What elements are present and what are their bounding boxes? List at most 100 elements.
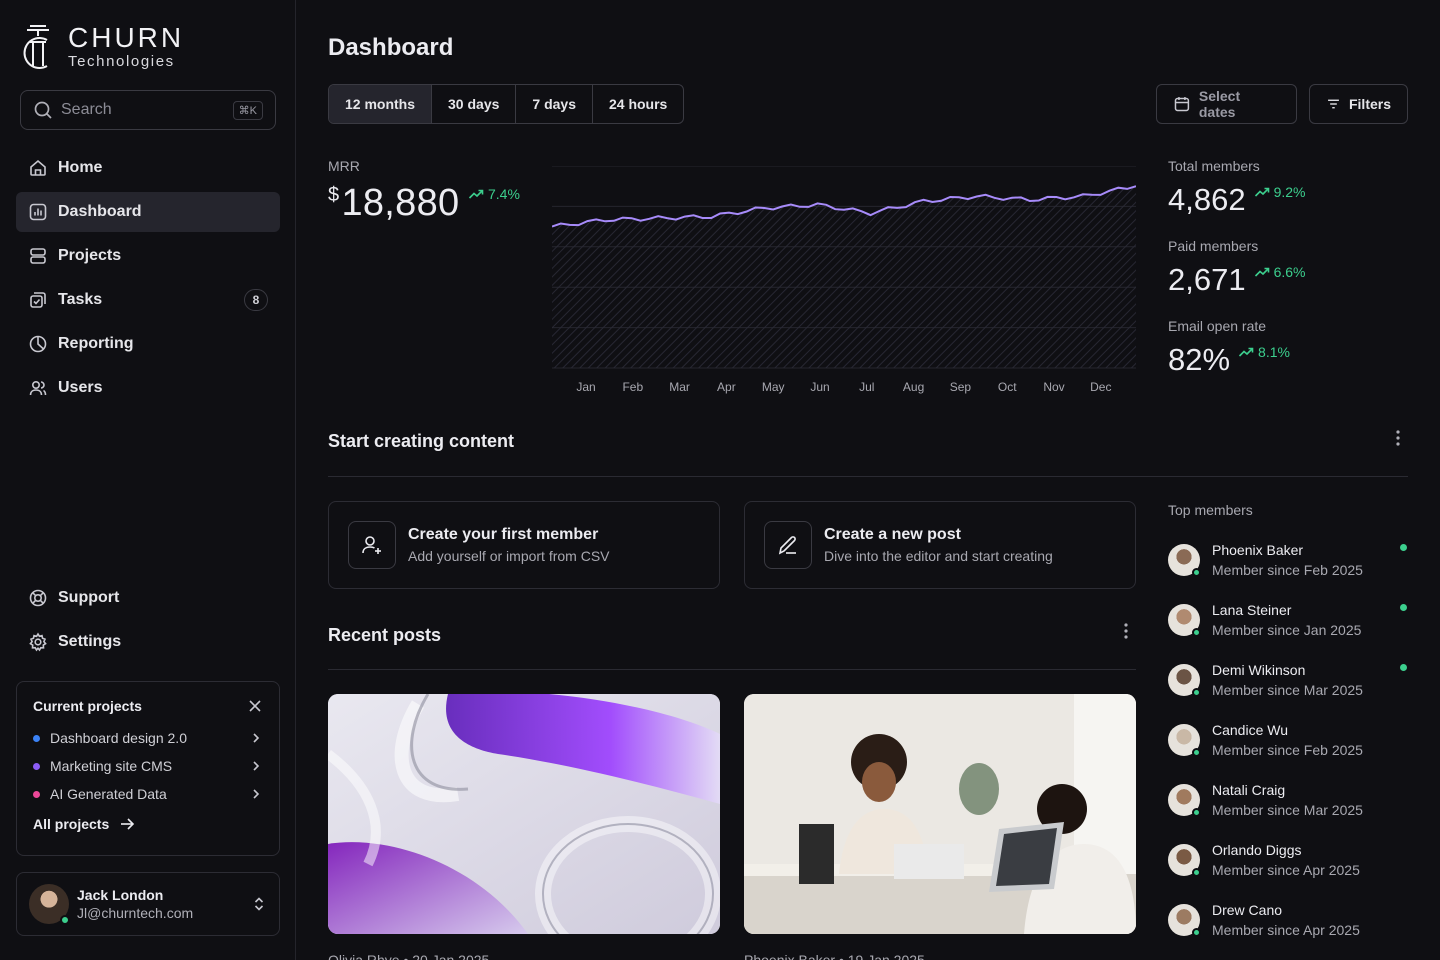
tab-7-days[interactable]: 7 days (516, 85, 593, 123)
all-projects-link[interactable]: All projects (33, 816, 263, 832)
tasks-count-badge: 8 (244, 289, 268, 311)
filters-button[interactable]: Filters (1309, 84, 1408, 124)
close-icon[interactable] (247, 698, 263, 714)
member-name: Lana Steiner (1212, 602, 1292, 618)
tab-30-days[interactable]: 30 days (432, 85, 517, 123)
filters-label: Filters (1348, 96, 1391, 112)
account-switcher[interactable]: Jack London Jl@churntech.com (16, 872, 280, 936)
bar-chart-icon (29, 203, 47, 221)
project-label: Dashboard design 2.0 (50, 730, 187, 746)
online-indicator (60, 915, 70, 925)
nav-item-users[interactable]: Users (16, 368, 280, 408)
nav-item-home[interactable]: Home (16, 148, 280, 188)
x-tick-label: Jun (810, 380, 829, 394)
stat-trend-value: 8.1% (1258, 344, 1290, 360)
create-post-card[interactable]: Create a new post Dive into the editor a… (744, 501, 1136, 589)
current-projects-title: Current projects (33, 698, 142, 714)
nav-item-dashboard[interactable]: Dashboard (16, 192, 280, 232)
member-since: Member since Feb 2025 (1212, 562, 1363, 578)
nav-item-label: Projects (58, 247, 122, 264)
nav-item-reporting[interactable]: Reporting (16, 324, 280, 364)
project-item[interactable]: AI Generated Data (33, 780, 263, 808)
chevron-up-down-icon (254, 897, 264, 911)
member-name: Phoenix Baker (1212, 542, 1304, 558)
create-member-card[interactable]: Create your first member Add yourself or… (328, 501, 720, 589)
stat-label: Email open rate (1168, 318, 1267, 334)
search-icon (34, 101, 52, 119)
all-projects-label: All projects (33, 816, 110, 832)
life-buoy-icon (29, 589, 47, 607)
member-row[interactable]: Lana Steiner Member since Jan 2025 (1168, 602, 1408, 662)
project-item[interactable]: Marketing site CMS (33, 752, 263, 780)
member-row[interactable]: Candice Wu Member since Feb 2025 (1168, 722, 1408, 782)
calendar-icon (1174, 97, 1190, 112)
stat-paid-members: Paid members 2,671 6.6% (1168, 238, 1306, 296)
user-plus-icon (362, 536, 381, 554)
stat-trend-value: 9.2% (1273, 184, 1306, 200)
card-title: Create your first member (408, 526, 599, 543)
member-since: Member since Jan 2025 (1212, 622, 1362, 638)
stat-trend: 6.6% (1254, 264, 1306, 280)
main-content: Dashboard 12 months 30 days 7 days 24 ho… (296, 0, 1440, 960)
member-name: Demi Wikinson (1212, 662, 1306, 678)
nav-item-settings[interactable]: Settings (16, 622, 280, 662)
sidebar: CHURN Technologies Search ⌘K Home Dashbo… (0, 0, 296, 960)
live-status-dot (1400, 604, 1407, 611)
card-subtitle: Dive into the editor and start creating (824, 548, 1053, 564)
member-row[interactable]: Natali Craig Member since Mar 2025 (1168, 782, 1408, 842)
nav-item-projects[interactable]: Projects (16, 236, 280, 276)
member-row[interactable]: Demi Wikinson Member since Mar 2025 (1168, 662, 1408, 722)
x-tick-label: Jul (859, 380, 874, 394)
stat-value: 82% (1168, 342, 1231, 377)
chevron-right-icon (253, 761, 260, 771)
nav-item-support[interactable]: Support (16, 578, 280, 618)
nav-item-tasks[interactable]: Tasks 8 (16, 280, 280, 320)
post-image-office[interactable] (744, 694, 1136, 934)
avatar (1168, 544, 1201, 577)
online-indicator (1192, 628, 1201, 637)
select-dates-button[interactable]: Select dates (1156, 84, 1297, 124)
member-row[interactable]: Phoenix Baker Member since Feb 2025 (1168, 542, 1408, 602)
online-indicator (1192, 928, 1201, 937)
home-icon (30, 159, 46, 176)
member-name: Natali Craig (1212, 782, 1286, 798)
x-tick-label: Apr (717, 380, 736, 394)
post-meta: Olivia Rhye • 20 Jan 2025 (328, 952, 490, 960)
x-tick-label: Jan (576, 380, 595, 394)
user-email: Jl@churntech.com (77, 905, 194, 921)
avatar (1168, 904, 1201, 937)
nav-item-label: Reporting (58, 335, 134, 352)
brand-logo[interactable]: CHURN Technologies (20, 22, 184, 72)
member-since: Member since Mar 2025 (1212, 682, 1363, 698)
search-input[interactable]: Search ⌘K (20, 90, 276, 130)
chevron-right-icon (253, 733, 260, 743)
avatar (1168, 724, 1201, 757)
member-row[interactable]: Orlando Diggs Member since Apr 2025 (1168, 842, 1408, 902)
series-area (552, 186, 1136, 368)
avatar (1168, 844, 1201, 877)
member-stats: Total members 4,862 9.2% Paid members 2,… (1168, 158, 1306, 398)
users-icon (29, 380, 47, 396)
nav-item-label: Dashboard (58, 203, 142, 220)
more-vertical-icon[interactable] (1388, 428, 1408, 448)
online-indicator (1192, 568, 1201, 577)
more-vertical-icon[interactable] (1116, 621, 1136, 641)
project-item[interactable]: Dashboard design 2.0 (33, 724, 263, 752)
online-indicator (1192, 688, 1201, 697)
member-name: Orlando Diggs (1212, 842, 1302, 858)
avatar (1168, 664, 1201, 697)
tab-24-hours[interactable]: 24 hours (593, 85, 683, 123)
project-label: AI Generated Data (50, 786, 167, 802)
layers-icon (30, 248, 46, 264)
project-list: Dashboard design 2.0 Marketing site CMS … (33, 724, 263, 808)
post-image-abstract[interactable] (328, 694, 720, 934)
search-placeholder: Search (61, 101, 112, 118)
project-label: Marketing site CMS (50, 758, 173, 774)
live-status-dot (1400, 544, 1407, 551)
mrr-area-chart: Jan Feb Mar Apr May Jun Jul Aug Sep Oct Nov Dec (552, 166, 1136, 394)
online-indicator (1192, 868, 1201, 877)
member-row[interactable]: Drew Cano Member since Apr 2025 (1168, 902, 1408, 960)
tab-12-months[interactable]: 12 months (329, 85, 433, 123)
stat-trend: 9.2% (1254, 184, 1306, 200)
recent-posts-title: Recent posts (328, 625, 442, 645)
